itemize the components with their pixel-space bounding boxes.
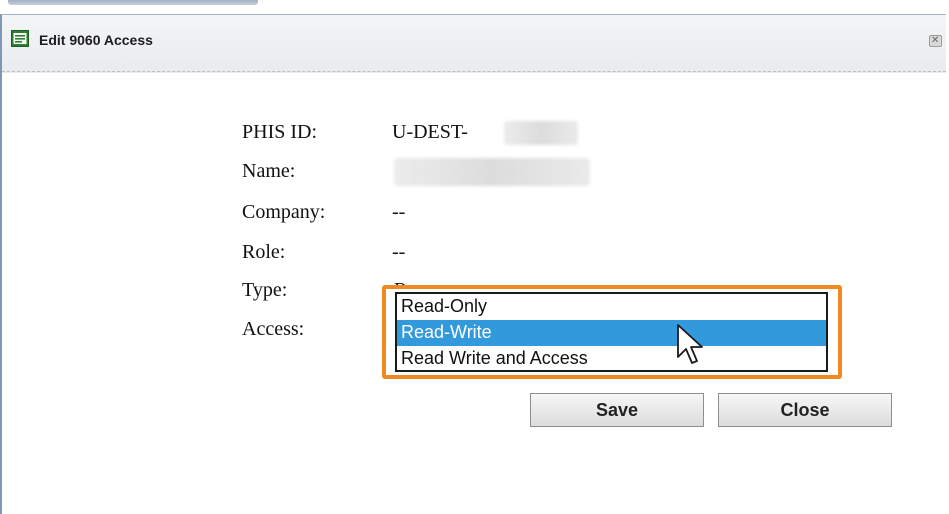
access-option-read-write[interactable]: Read-Write — [397, 320, 826, 346]
access-option-read-only[interactable]: Read-Only — [397, 294, 826, 320]
mouse-pointer-icon — [677, 324, 703, 364]
parent-window-strip — [0, 0, 949, 14]
access-dropdown-list[interactable]: Read-Only Read-Write Read Write and Acce… — [395, 292, 828, 372]
access-label: Access: — [242, 318, 305, 340]
dialog-title: Edit 9060 Access — [39, 32, 153, 48]
dialog-titlebar[interactable]: Edit 9060 Access ✕ — [2, 15, 946, 73]
name-redacted — [394, 158, 590, 186]
form-icon — [11, 30, 29, 47]
name-label: Name: — [242, 160, 296, 182]
titlebar-divider — [2, 71, 946, 72]
phis-id-redacted — [504, 121, 578, 145]
save-button[interactable]: Save — [530, 393, 704, 427]
role-label: Role: — [242, 241, 286, 263]
type-label: Type: — [242, 279, 288, 301]
phis-id-label: PHIS ID: — [242, 121, 318, 143]
access-option-read-write-and-access[interactable]: Read Write and Access — [397, 346, 826, 372]
close-icon[interactable]: ✕ — [929, 35, 942, 47]
company-label: Company: — [242, 201, 326, 223]
company-value: -- — [392, 201, 406, 223]
phis-id-value: U-DEST- — [392, 121, 468, 143]
role-value: -- — [392, 241, 406, 263]
edit-access-dialog: Edit 9060 Access ✕ PHIS ID: U-DEST- Name… — [0, 14, 946, 514]
parent-window-title-remnant — [8, 0, 258, 5]
close-button[interactable]: Close — [718, 393, 892, 427]
